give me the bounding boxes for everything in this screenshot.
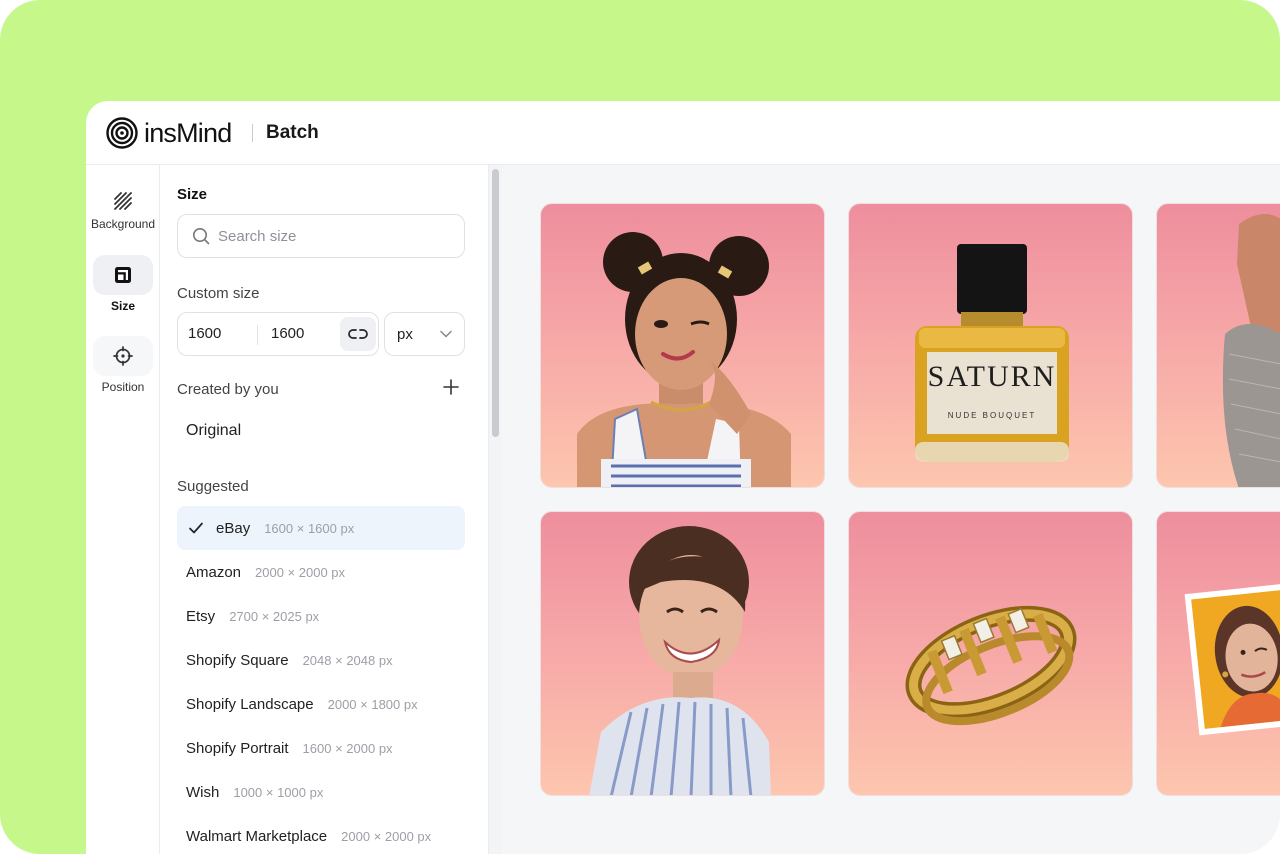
size-option-name: Walmart Marketplace [186,827,328,845]
app-window: insMind Batch Background Size Position S… [86,101,1280,854]
panel-scrollbar[interactable] [488,165,502,854]
background-hatch-icon [114,192,132,210]
brand-name: insMind [144,117,232,148]
photo-print-image [1184,581,1280,736]
rail-label-position: Position [101,380,145,394]
unlink-chain-icon [348,329,368,339]
rail-icon-box-active [93,255,153,295]
search-input[interactable] [218,227,458,245]
brand-logo[interactable]: insMind [106,117,232,149]
size-option-shopify-portrait[interactable]: Shopify Portrait 1600 × 2000 px [177,726,465,770]
size-option-name: Wish [186,783,220,801]
image-card-smiling-woman[interactable] [540,511,825,796]
size-option-dims: 2000 × 2000 px [341,828,432,844]
size-option-shopify-square[interactable]: Shopify Square 2048 × 2048 px [177,638,465,682]
insmind-logo-icon [106,117,138,149]
size-option-name: Shopify Landscape [186,695,314,713]
width-field[interactable]: 1600 [188,325,221,342]
image-card-photo-print[interactable] [1156,511,1280,796]
background-frame: insMind Batch Background Size Position S… [0,0,1280,854]
search-icon [193,228,210,245]
perfume-sub-text: NUDE BOUQUET [948,411,1036,420]
crosshair-icon [113,346,133,366]
size-option-wish[interactable]: Wish 1000 × 1000 px [177,770,465,814]
gold-ring-image [905,605,1077,726]
size-option-name: Etsy [186,607,216,625]
rail-item-background[interactable]: Background [86,181,160,231]
created-by-you-label: Created by you [177,381,279,398]
smiling-woman-image [589,526,771,795]
image-canvas: SATURN NUDE BOUQUET [502,165,1280,854]
image-card-gold-ring[interactable] [848,511,1133,796]
check-icon [189,522,203,534]
size-option-dims: 2700 × 2025 px [229,608,320,624]
size-option-name: Amazon [186,563,242,581]
size-option-shopify-landscape[interactable]: Shopify Landscape 2000 × 1800 px [177,682,465,726]
height-field[interactable]: 1600 [271,325,304,342]
size-option-etsy[interactable]: Etsy 2700 × 2025 px [177,594,465,638]
size-option-dims: 2000 × 1800 px [327,696,418,712]
rail-icon-box [93,181,153,221]
rail-item-size[interactable]: Size [86,255,160,313]
header-divider [252,124,253,142]
page-title: Batch [266,122,319,143]
aspect-lock-button[interactable] [340,317,376,351]
size-option-name: Shopify Square [186,651,289,669]
size-panel: Size Custom size 1600 1600 [161,165,488,854]
image-card-perfume[interactable]: SATURN NUDE BOUQUET [848,203,1133,488]
chevron-down-icon [440,330,452,338]
size-option-ebay[interactable]: eBay 1600 × 1600 px [177,506,465,550]
unit-select[interactable]: px [384,312,465,356]
size-option-dims: 1600 × 2000 px [302,740,393,756]
dimension-divider [257,325,258,345]
size-option-amazon[interactable]: Amazon 2000 × 2000 px [177,550,465,594]
size-option-name: eBay [216,519,251,537]
size-option-dims: 2048 × 2048 px [302,652,393,668]
perfume-label-text: SATURN [928,360,1057,393]
size-crop-icon [115,267,131,283]
app-header: insMind Batch [86,101,1280,165]
rail-label-background: Background [90,217,156,231]
perfume-bottle-image: SATURN NUDE BOUQUET [915,244,1069,462]
size-option-walmart-marketplace[interactable]: Walmart Marketplace 2000 × 2000 px [177,814,465,854]
add-size-plus-icon[interactable] [443,379,459,395]
size-option-dims: 1600 × 1600 px [264,520,355,536]
mule-shoe-image [1222,214,1280,487]
dimension-fields: 1600 1600 [177,312,379,356]
custom-size-label: Custom size [177,285,260,302]
suggested-label: Suggested [177,478,249,495]
size-option-dims: 2000 × 2000 px [255,564,346,580]
search-box[interactable] [177,214,465,258]
rail-item-position[interactable]: Position [86,336,160,394]
original-size-option[interactable]: Original [186,422,241,440]
panel-title: Size [177,186,208,203]
unit-value: px [397,325,413,343]
size-option-name: Shopify Portrait [186,739,289,757]
scrollbar-thumb[interactable] [492,169,499,437]
image-card-woman-buns[interactable] [540,203,825,488]
image-card-shoe[interactable] [1156,203,1280,488]
woman-buns-image [577,232,791,487]
rail-label-size: Size [110,299,135,313]
rail-icon-box [93,336,153,376]
tool-rail: Background Size Position [86,165,160,854]
size-option-dims: 1000 × 1000 px [233,784,324,800]
